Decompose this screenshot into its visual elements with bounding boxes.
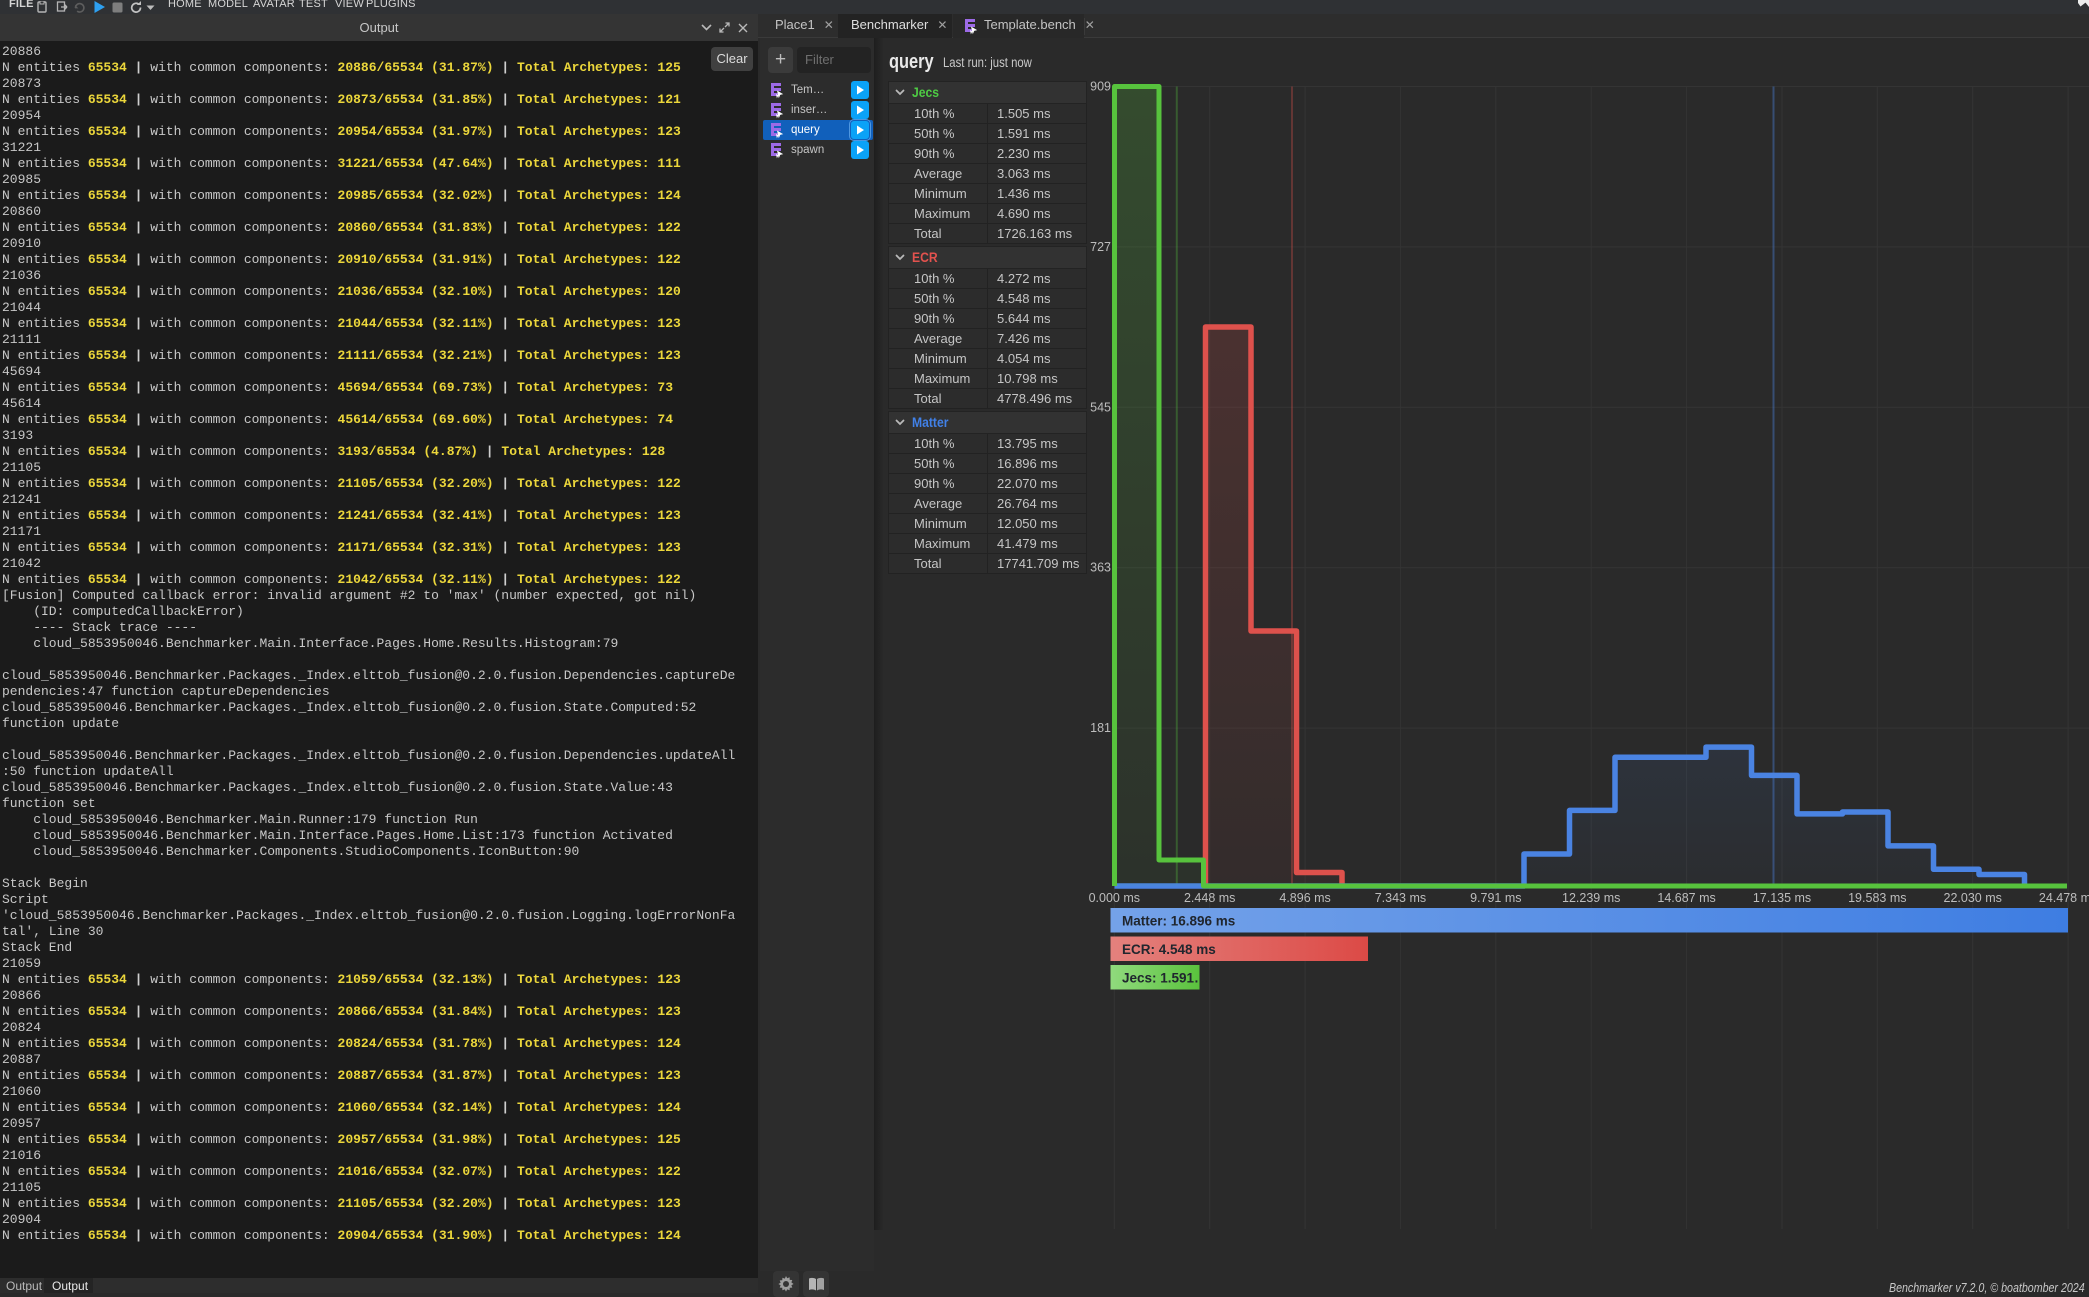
svg-text:Matter: 16.896 ms: Matter: 16.896 ms bbox=[1122, 914, 1235, 929]
svg-text:4.896 ms: 4.896 ms bbox=[1279, 891, 1330, 905]
svg-text:727: 727 bbox=[1090, 240, 1111, 254]
svg-text:545: 545 bbox=[1090, 400, 1111, 414]
svg-text:19.583 ms: 19.583 ms bbox=[1848, 891, 1906, 905]
svg-text:181: 181 bbox=[1090, 721, 1111, 735]
svg-text:12.239 ms: 12.239 ms bbox=[1562, 891, 1620, 905]
svg-text:24.478 ms: 24.478 ms bbox=[2039, 891, 2089, 905]
svg-text:0.000 ms: 0.000 ms bbox=[1089, 891, 1140, 905]
svg-text:2.448 ms: 2.448 ms bbox=[1184, 891, 1235, 905]
svg-text:Jecs: 1.591…: Jecs: 1.591… bbox=[1122, 971, 1208, 986]
svg-text:909: 909 bbox=[1090, 80, 1111, 94]
svg-text:17.135 ms: 17.135 ms bbox=[1753, 891, 1811, 905]
svg-text:22.030 ms: 22.030 ms bbox=[1944, 891, 2002, 905]
svg-text:363: 363 bbox=[1090, 561, 1111, 575]
svg-text:9.791 ms: 9.791 ms bbox=[1470, 891, 1521, 905]
svg-text:14.687 ms: 14.687 ms bbox=[1657, 891, 1715, 905]
svg-text:ECR: 4.548 ms: ECR: 4.548 ms bbox=[1122, 942, 1216, 957]
svg-text:7.343 ms: 7.343 ms bbox=[1375, 891, 1426, 905]
